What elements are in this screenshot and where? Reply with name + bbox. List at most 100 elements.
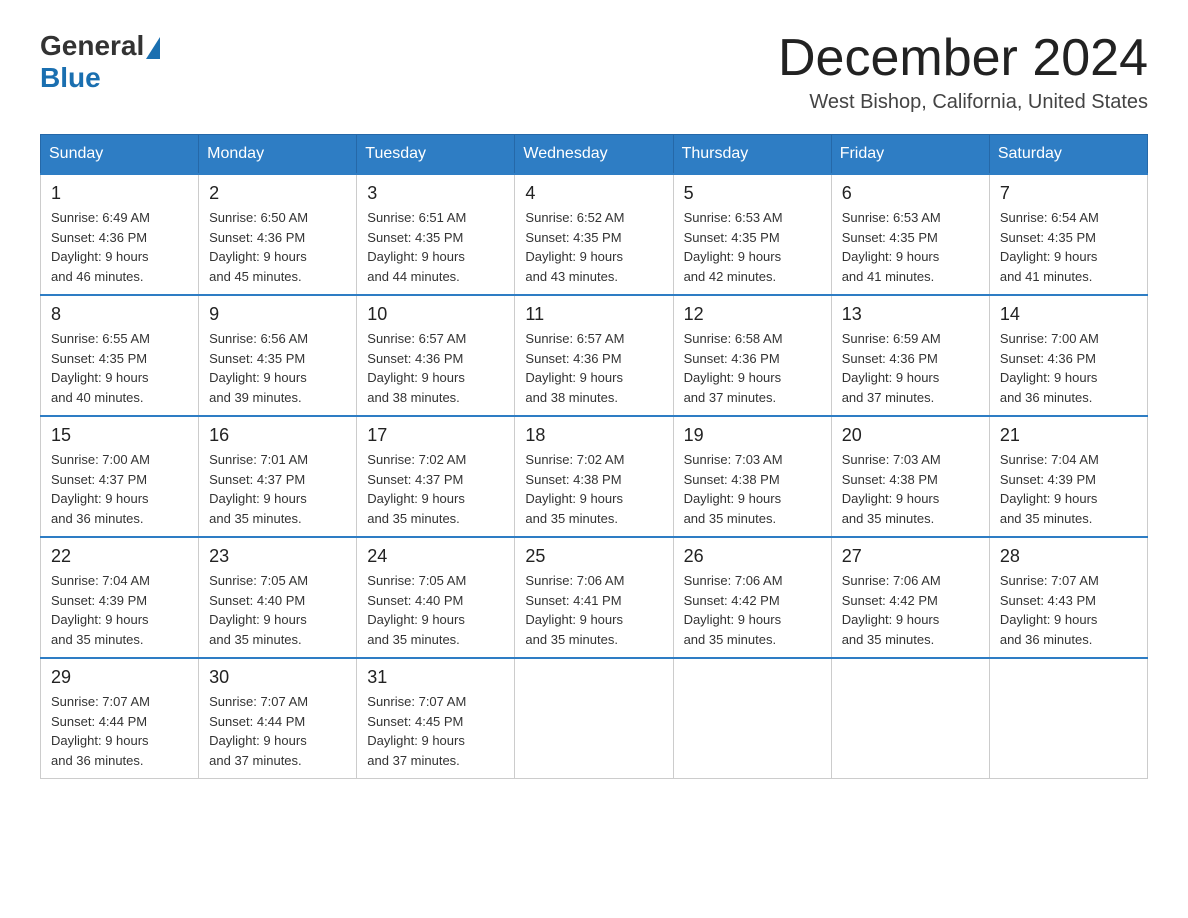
weekday-header-friday: Friday	[831, 135, 989, 175]
calendar-cell: 15 Sunrise: 7:00 AMSunset: 4:37 PMDaylig…	[41, 416, 199, 537]
calendar-cell: 26 Sunrise: 7:06 AMSunset: 4:42 PMDaylig…	[673, 537, 831, 658]
day-number: 5	[684, 183, 821, 204]
day-number: 6	[842, 183, 979, 204]
day-number: 2	[209, 183, 346, 204]
calendar-cell: 17 Sunrise: 7:02 AMSunset: 4:37 PMDaylig…	[357, 416, 515, 537]
calendar-cell: 10 Sunrise: 6:57 AMSunset: 4:36 PMDaylig…	[357, 295, 515, 416]
day-info: Sunrise: 6:53 AMSunset: 4:35 PMDaylight:…	[842, 208, 979, 286]
weekday-header-thursday: Thursday	[673, 135, 831, 175]
month-title: December 2024	[778, 30, 1148, 87]
day-number: 10	[367, 304, 504, 325]
day-number: 21	[1000, 425, 1137, 446]
day-number: 26	[684, 546, 821, 567]
week-row-1: 1 Sunrise: 6:49 AMSunset: 4:36 PMDayligh…	[41, 174, 1148, 295]
day-number: 18	[525, 425, 662, 446]
calendar-cell: 4 Sunrise: 6:52 AMSunset: 4:35 PMDayligh…	[515, 174, 673, 295]
calendar-cell: 22 Sunrise: 7:04 AMSunset: 4:39 PMDaylig…	[41, 537, 199, 658]
calendar-cell: 7 Sunrise: 6:54 AMSunset: 4:35 PMDayligh…	[989, 174, 1147, 295]
weekday-header-wednesday: Wednesday	[515, 135, 673, 175]
day-number: 20	[842, 425, 979, 446]
calendar-cell: 16 Sunrise: 7:01 AMSunset: 4:37 PMDaylig…	[199, 416, 357, 537]
calendar-cell: 18 Sunrise: 7:02 AMSunset: 4:38 PMDaylig…	[515, 416, 673, 537]
day-info: Sunrise: 7:07 AMSunset: 4:44 PMDaylight:…	[209, 692, 346, 770]
day-number: 1	[51, 183, 188, 204]
calendar-cell	[673, 658, 831, 779]
weekday-header-monday: Monday	[199, 135, 357, 175]
week-row-2: 8 Sunrise: 6:55 AMSunset: 4:35 PMDayligh…	[41, 295, 1148, 416]
calendar-cell: 12 Sunrise: 6:58 AMSunset: 4:36 PMDaylig…	[673, 295, 831, 416]
day-info: Sunrise: 6:57 AMSunset: 4:36 PMDaylight:…	[367, 329, 504, 407]
week-row-4: 22 Sunrise: 7:04 AMSunset: 4:39 PMDaylig…	[41, 537, 1148, 658]
calendar-cell: 14 Sunrise: 7:00 AMSunset: 4:36 PMDaylig…	[989, 295, 1147, 416]
day-number: 13	[842, 304, 979, 325]
day-number: 7	[1000, 183, 1137, 204]
day-number: 31	[367, 667, 504, 688]
day-number: 8	[51, 304, 188, 325]
day-number: 25	[525, 546, 662, 567]
day-info: Sunrise: 6:59 AMSunset: 4:36 PMDaylight:…	[842, 329, 979, 407]
day-info: Sunrise: 7:02 AMSunset: 4:37 PMDaylight:…	[367, 450, 504, 528]
day-number: 11	[525, 304, 662, 325]
calendar-cell: 6 Sunrise: 6:53 AMSunset: 4:35 PMDayligh…	[831, 174, 989, 295]
day-number: 19	[684, 425, 821, 446]
day-info: Sunrise: 7:04 AMSunset: 4:39 PMDaylight:…	[1000, 450, 1137, 528]
weekday-header-sunday: Sunday	[41, 135, 199, 175]
week-row-3: 15 Sunrise: 7:00 AMSunset: 4:37 PMDaylig…	[41, 416, 1148, 537]
day-info: Sunrise: 7:07 AMSunset: 4:44 PMDaylight:…	[51, 692, 188, 770]
day-info: Sunrise: 6:57 AMSunset: 4:36 PMDaylight:…	[525, 329, 662, 407]
title-area: December 2024 West Bishop, California, U…	[778, 30, 1148, 114]
calendar-cell: 9 Sunrise: 6:56 AMSunset: 4:35 PMDayligh…	[199, 295, 357, 416]
logo-triangle-icon	[146, 37, 160, 59]
day-info: Sunrise: 6:58 AMSunset: 4:36 PMDaylight:…	[684, 329, 821, 407]
calendar-cell: 8 Sunrise: 6:55 AMSunset: 4:35 PMDayligh…	[41, 295, 199, 416]
week-row-5: 29 Sunrise: 7:07 AMSunset: 4:44 PMDaylig…	[41, 658, 1148, 779]
day-info: Sunrise: 7:07 AMSunset: 4:45 PMDaylight:…	[367, 692, 504, 770]
calendar-cell: 25 Sunrise: 7:06 AMSunset: 4:41 PMDaylig…	[515, 537, 673, 658]
day-info: Sunrise: 7:05 AMSunset: 4:40 PMDaylight:…	[209, 571, 346, 649]
calendar-cell: 23 Sunrise: 7:05 AMSunset: 4:40 PMDaylig…	[199, 537, 357, 658]
calendar-cell: 24 Sunrise: 7:05 AMSunset: 4:40 PMDaylig…	[357, 537, 515, 658]
day-info: Sunrise: 7:06 AMSunset: 4:42 PMDaylight:…	[842, 571, 979, 649]
calendar-cell: 3 Sunrise: 6:51 AMSunset: 4:35 PMDayligh…	[357, 174, 515, 295]
logo-general-text: General	[40, 30, 144, 62]
day-info: Sunrise: 7:02 AMSunset: 4:38 PMDaylight:…	[525, 450, 662, 528]
calendar-table: SundayMondayTuesdayWednesdayThursdayFrid…	[40, 134, 1148, 779]
calendar-cell: 1 Sunrise: 6:49 AMSunset: 4:36 PMDayligh…	[41, 174, 199, 295]
day-info: Sunrise: 6:50 AMSunset: 4:36 PMDaylight:…	[209, 208, 346, 286]
calendar-cell: 30 Sunrise: 7:07 AMSunset: 4:44 PMDaylig…	[199, 658, 357, 779]
day-number: 12	[684, 304, 821, 325]
day-info: Sunrise: 7:06 AMSunset: 4:42 PMDaylight:…	[684, 571, 821, 649]
calendar-cell: 20 Sunrise: 7:03 AMSunset: 4:38 PMDaylig…	[831, 416, 989, 537]
day-info: Sunrise: 7:04 AMSunset: 4:39 PMDaylight:…	[51, 571, 188, 649]
day-number: 28	[1000, 546, 1137, 567]
day-info: Sunrise: 6:55 AMSunset: 4:35 PMDaylight:…	[51, 329, 188, 407]
day-number: 29	[51, 667, 188, 688]
calendar-cell	[515, 658, 673, 779]
day-number: 14	[1000, 304, 1137, 325]
day-info: Sunrise: 6:52 AMSunset: 4:35 PMDaylight:…	[525, 208, 662, 286]
day-info: Sunrise: 6:51 AMSunset: 4:35 PMDaylight:…	[367, 208, 504, 286]
day-number: 3	[367, 183, 504, 204]
day-info: Sunrise: 7:00 AMSunset: 4:37 PMDaylight:…	[51, 450, 188, 528]
calendar-cell: 5 Sunrise: 6:53 AMSunset: 4:35 PMDayligh…	[673, 174, 831, 295]
calendar-cell: 31 Sunrise: 7:07 AMSunset: 4:45 PMDaylig…	[357, 658, 515, 779]
day-info: Sunrise: 7:03 AMSunset: 4:38 PMDaylight:…	[684, 450, 821, 528]
calendar-cell: 28 Sunrise: 7:07 AMSunset: 4:43 PMDaylig…	[989, 537, 1147, 658]
day-info: Sunrise: 7:05 AMSunset: 4:40 PMDaylight:…	[367, 571, 504, 649]
day-number: 9	[209, 304, 346, 325]
day-number: 15	[51, 425, 188, 446]
calendar-cell: 21 Sunrise: 7:04 AMSunset: 4:39 PMDaylig…	[989, 416, 1147, 537]
day-number: 16	[209, 425, 346, 446]
calendar-cell: 11 Sunrise: 6:57 AMSunset: 4:36 PMDaylig…	[515, 295, 673, 416]
day-number: 22	[51, 546, 188, 567]
weekday-header-row: SundayMondayTuesdayWednesdayThursdayFrid…	[41, 135, 1148, 175]
logo: General Blue	[40, 30, 160, 94]
day-number: 23	[209, 546, 346, 567]
day-info: Sunrise: 6:54 AMSunset: 4:35 PMDaylight:…	[1000, 208, 1137, 286]
calendar-cell	[831, 658, 989, 779]
calendar-cell: 29 Sunrise: 7:07 AMSunset: 4:44 PMDaylig…	[41, 658, 199, 779]
weekday-header-tuesday: Tuesday	[357, 135, 515, 175]
day-info: Sunrise: 7:03 AMSunset: 4:38 PMDaylight:…	[842, 450, 979, 528]
logo-blue-text: Blue	[40, 62, 101, 94]
day-info: Sunrise: 6:56 AMSunset: 4:35 PMDaylight:…	[209, 329, 346, 407]
